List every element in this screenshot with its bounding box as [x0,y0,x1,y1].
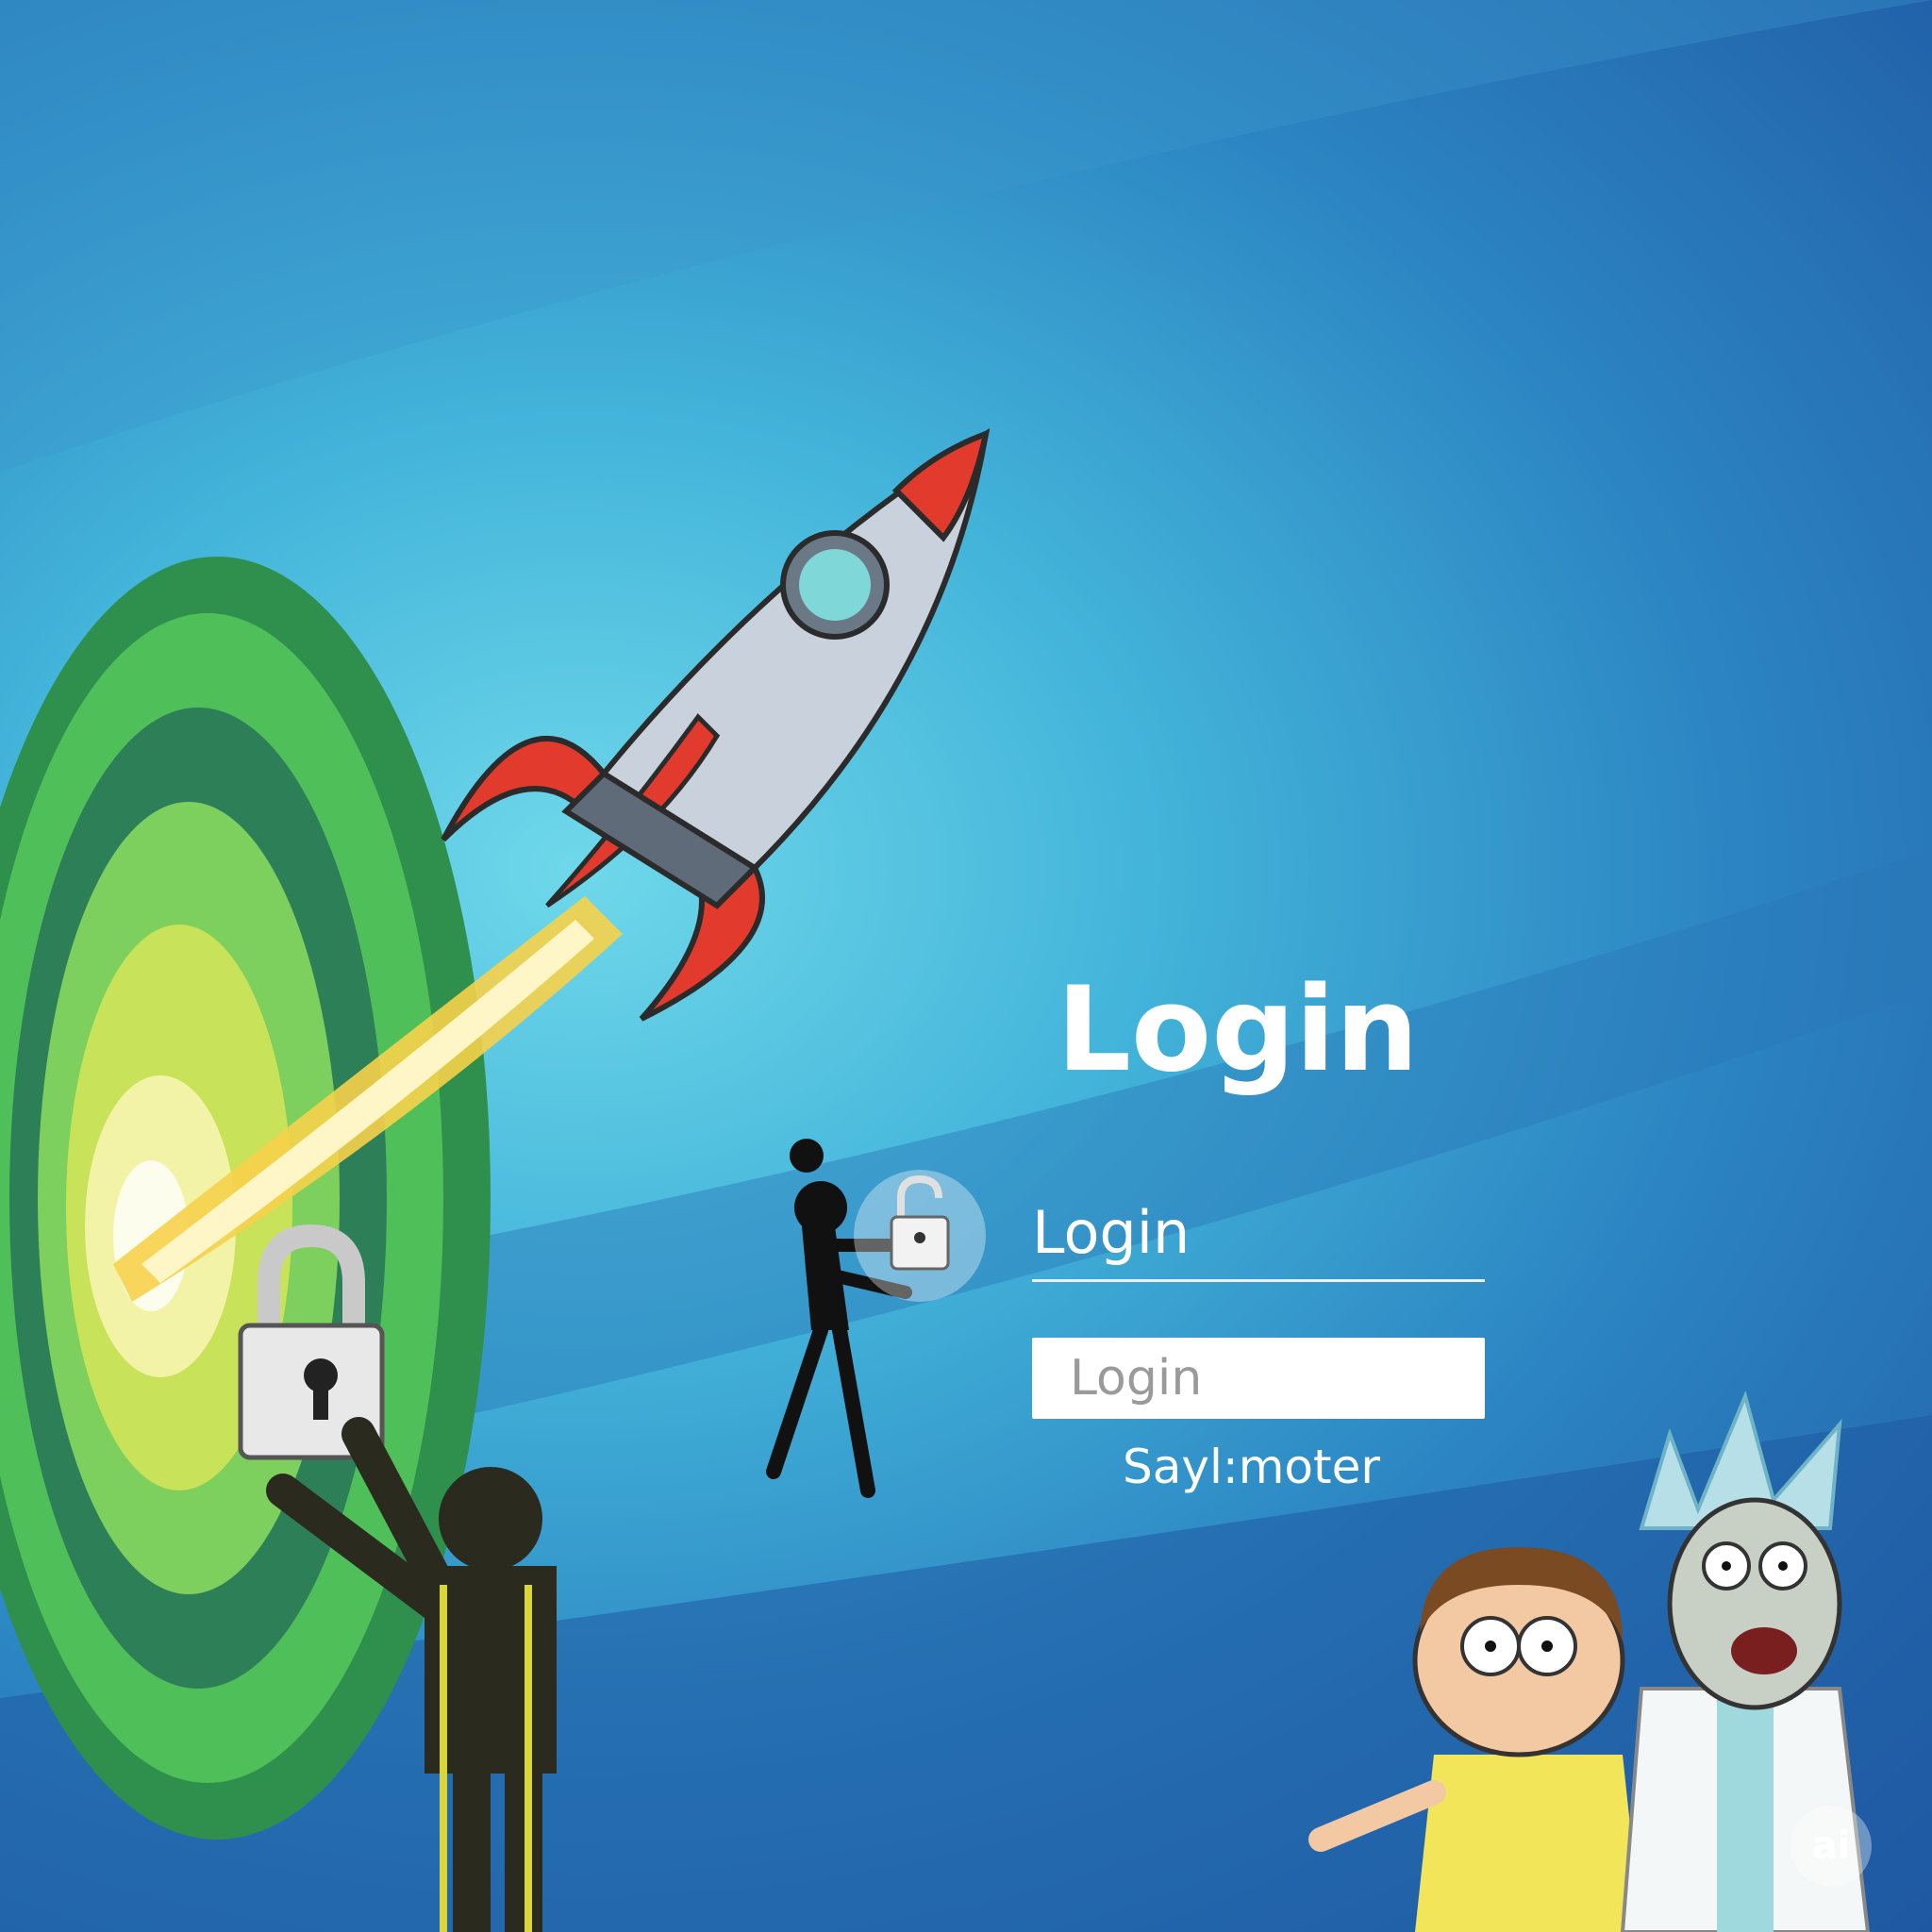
background-illustration [0,0,1932,1932]
login-field-label: Login [1032,1198,1191,1267]
unlocked-padlock-icon [854,1170,986,1302]
page-title: Login [1057,962,1419,1098]
login-input[interactable] [1032,1338,1485,1419]
field-underline [1032,1279,1485,1282]
extra-link[interactable]: Sayl:moter [1123,1443,1380,1491]
ai-badge: ai [1790,1806,1872,1887]
light-band [0,0,1932,472]
rocket [441,427,991,1022]
